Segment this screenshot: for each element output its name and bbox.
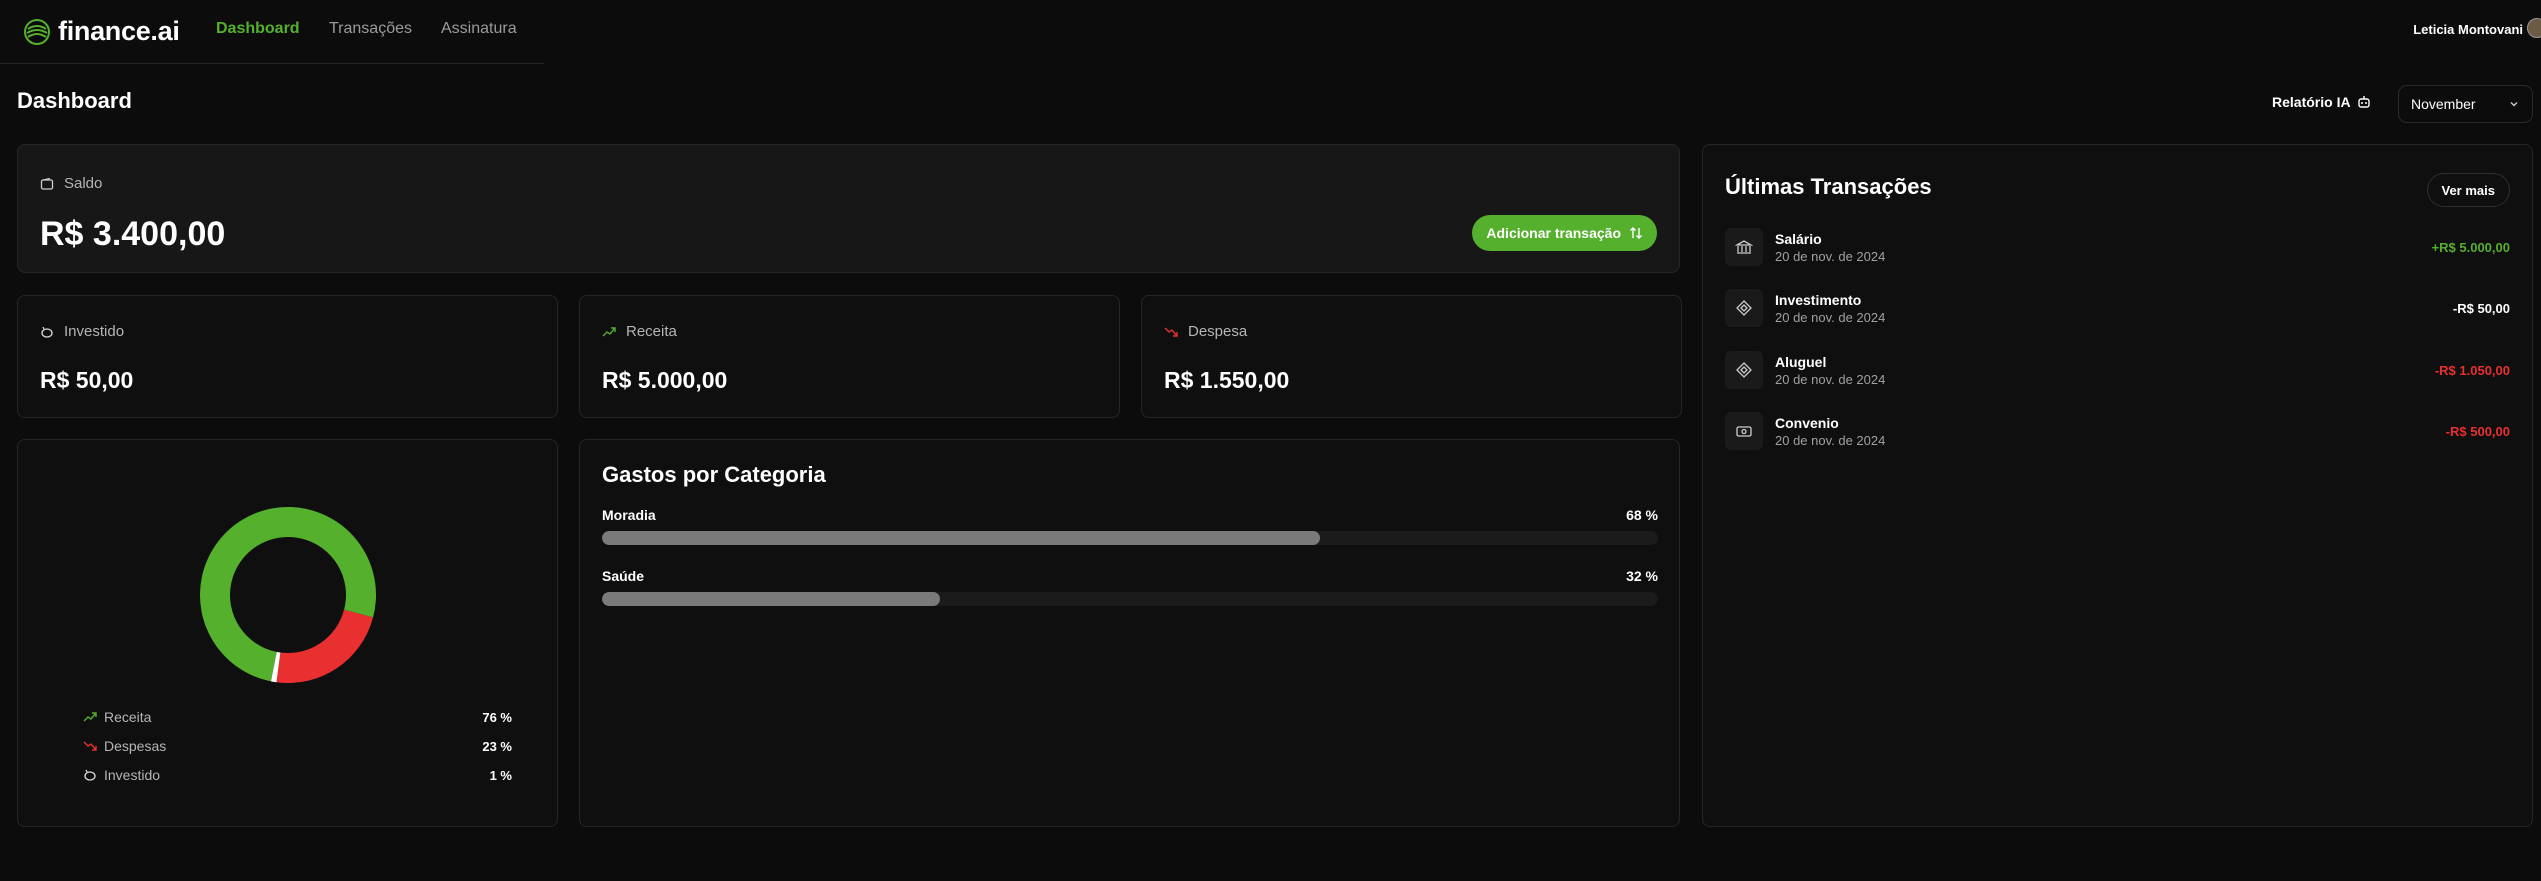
trending-down-icon	[83, 741, 97, 751]
invested-label: Investido	[64, 323, 125, 340]
expense-value: R$ 1.550,00	[1164, 367, 1290, 393]
legend-value: 23 %	[482, 738, 512, 754]
user-name[interactable]: Leticia Montovani	[2413, 22, 2523, 37]
bank-icon	[1725, 228, 1763, 266]
legend-label: Despesas	[104, 738, 167, 754]
balance-value: R$ 3.400,00	[40, 215, 226, 253]
balance-label: Saldo	[64, 175, 103, 192]
category-title: Gastos por Categoria	[602, 462, 826, 487]
donut-slice-despesas	[276, 609, 374, 683]
income-value: R$ 5.000,00	[602, 367, 728, 393]
donut-chart	[200, 507, 377, 683]
category-spending-card: Gastos por Categoria Moradia 68 % Saúde …	[579, 439, 1680, 827]
income-card: Receita R$ 5.000,00	[579, 295, 1120, 418]
ai-report-label: Relatório IA	[2272, 94, 2351, 110]
legend-label: Receita	[104, 709, 152, 725]
transaction-name: Investimento	[1775, 292, 1862, 308]
progress-fill	[602, 592, 940, 606]
month-select[interactable]: November	[2398, 85, 2533, 123]
legend-value: 76 %	[482, 709, 512, 725]
progress-track	[602, 531, 1658, 545]
transaction-date: 20 de nov. de 2024	[1775, 433, 1886, 448]
category-row-saude: Saúde 32 %	[602, 568, 1658, 606]
chevron-down-icon	[2510, 102, 2518, 107]
transaction-row[interactable]: Salário 20 de nov. de 2024 +R$ 5.000,00	[1725, 228, 2510, 268]
add-transaction-label: Adicionar transação	[1486, 225, 1621, 241]
transaction-date: 20 de nov. de 2024	[1775, 310, 1886, 325]
logo-icon	[24, 18, 50, 45]
trending-up-icon	[602, 326, 616, 336]
pix-icon	[1725, 289, 1763, 327]
progress-track	[602, 592, 1658, 606]
category-percent: 68 %	[1626, 507, 1658, 523]
expense-card: Despesa R$ 1.550,00	[1141, 295, 1682, 418]
invested-value: R$ 50,00	[40, 367, 134, 393]
category-name: Moradia	[602, 507, 656, 523]
avatar[interactable]	[2527, 18, 2541, 38]
nav-transacoes[interactable]: Transações	[329, 20, 412, 38]
page-title: Dashboard	[17, 88, 132, 113]
progress-fill	[602, 531, 1321, 545]
piggy-bank-icon	[41, 326, 53, 338]
brand-name: finance.ai	[58, 16, 180, 46]
see-more-button[interactable]: Ver mais	[2426, 173, 2510, 207]
transaction-amount: -R$ 1.050,00	[2434, 363, 2510, 378]
transaction-row[interactable]: Investimento 20 de nov. de 2024 -R$ 50,0…	[1725, 289, 2510, 329]
cash-icon	[1725, 412, 1763, 450]
nav-dashboard[interactable]: Dashboard	[216, 20, 300, 38]
transaction-name: Convenio	[1775, 415, 1839, 431]
transaction-amount: -R$ 50,00	[2452, 301, 2510, 316]
legend-row-despesas: Despesas 23 %	[82, 738, 512, 754]
bot-icon	[2357, 96, 2370, 108]
top-nav: finance.ai Dashboard Transações Assinatu…	[0, 0, 544, 64]
nav-assinatura[interactable]: Assinatura	[441, 20, 517, 38]
transaction-date: 20 de nov. de 2024	[1775, 372, 1886, 387]
transaction-row[interactable]: Convenio 20 de nov. de 2024 -R$ 500,00	[1725, 412, 2510, 452]
latest-transactions-card: Últimas Transações Ver mais Salário 20 d…	[1702, 144, 2533, 827]
expense-label: Despesa	[1188, 323, 1248, 340]
transaction-name: Salário	[1775, 231, 1822, 247]
arrow-up-down-icon	[1630, 227, 1642, 239]
category-row-moradia: Moradia 68 %	[602, 507, 1658, 545]
ai-report-button[interactable]: Relatório IA	[2272, 94, 2371, 110]
month-value: November	[2411, 96, 2476, 112]
legend-label: Investido	[104, 767, 161, 783]
category-name: Saúde	[602, 568, 645, 584]
trending-up-icon	[83, 712, 97, 722]
transaction-name: Aluguel	[1775, 354, 1827, 370]
piggy-bank-icon	[84, 769, 96, 781]
pix-icon	[1725, 351, 1763, 389]
distribution-chart-card: Receita 76 % Despesas 23 % Investido 1 %	[17, 439, 558, 827]
legend-row-investido: Investido 1 %	[82, 767, 512, 783]
add-transaction-button[interactable]: Adicionar transação	[1472, 215, 1657, 251]
balance-card: Saldo R$ 3.400,00 Adicionar transação	[17, 144, 1680, 273]
invested-card: Investido R$ 50,00	[17, 295, 558, 418]
legend-value: 1 %	[489, 767, 512, 783]
legend-row-receita: Receita 76 %	[82, 709, 512, 725]
transaction-row[interactable]: Aluguel 20 de nov. de 2024 -R$ 1.050,00	[1725, 351, 2510, 391]
category-percent: 32 %	[1626, 568, 1658, 584]
income-label: Receita	[626, 323, 677, 340]
transaction-date: 20 de nov. de 2024	[1775, 249, 1886, 264]
trending-down-icon	[1164, 327, 1178, 337]
transaction-amount: -R$ 500,00	[2445, 424, 2510, 439]
transactions-title: Últimas Transações	[1725, 174, 1932, 199]
wallet-icon	[40, 177, 54, 190]
logo[interactable]: finance.ai	[24, 16, 180, 47]
transaction-amount: +R$ 5.000,00	[2431, 240, 2510, 255]
